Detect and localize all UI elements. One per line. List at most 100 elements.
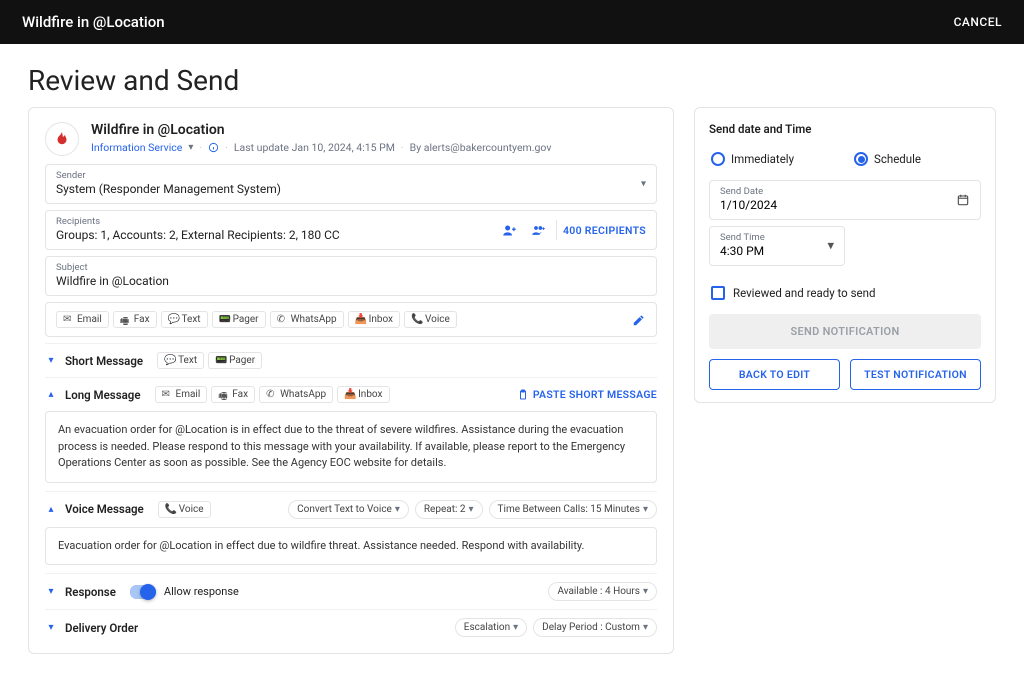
short-message-section: ▾ Short Message 💬Text 📟Pager: [45, 343, 657, 377]
layout: Wildfire in @Location Information Servic…: [0, 107, 1024, 682]
short-collapse-icon[interactable]: ▾: [45, 355, 57, 366]
radio-schedule[interactable]: Schedule: [854, 152, 921, 166]
voice-title: Voice Message: [65, 502, 144, 516]
divider: [556, 220, 557, 240]
short-tag-text: 💬Text: [157, 352, 204, 369]
time-caret-icon[interactable]: ▾: [827, 239, 834, 254]
add-recipient-icon[interactable]: [498, 221, 521, 240]
convert-tts-select[interactable]: Convert Text to Voice ▾: [288, 500, 409, 519]
time-between-select[interactable]: Time Between Calls: 15 Minutes ▾: [489, 500, 657, 519]
long-title: Long Message: [65, 388, 141, 402]
chevron-down-icon[interactable]: ▾: [188, 142, 193, 153]
sender-label: Sender: [56, 170, 646, 181]
channel-whatsapp[interactable]: ✆WhatsApp: [270, 311, 344, 328]
delivery-collapse-icon[interactable]: ▾: [45, 622, 57, 633]
sender-field[interactable]: Sender System (Responder Management Syst…: [45, 164, 657, 204]
long-tag-email: ✉Email: [155, 386, 208, 403]
inbox-icon: 📥: [355, 314, 366, 325]
sender-caret-icon[interactable]: ▾: [641, 179, 646, 190]
email-icon: ✉: [162, 389, 173, 400]
subject-label: Subject: [56, 262, 646, 273]
recipients-field: Recipients Groups: 1, Accounts: 2, Exter…: [45, 210, 657, 250]
pager-icon: 📟: [215, 355, 226, 366]
ready-checkbox[interactable]: [711, 286, 725, 300]
send-date-label: Send Date: [720, 186, 970, 197]
response-title: Response: [65, 585, 116, 599]
service-link[interactable]: Information Service: [91, 141, 182, 154]
voice-icon: 📞: [165, 504, 176, 515]
text-icon: 💬: [164, 355, 175, 366]
last-update: Last update Jan 10, 2024, 4:15 PM: [234, 141, 395, 154]
response-collapse-icon[interactable]: ▾: [45, 586, 57, 597]
review-card: Wildfire in @Location Information Servic…: [28, 107, 674, 654]
subject-field[interactable]: Subject Wildfire in @Location: [45, 256, 657, 296]
whatsapp-icon: ✆: [266, 389, 277, 400]
add-group-icon[interactable]: [527, 221, 550, 240]
radio-icon: [854, 152, 868, 166]
voice-message-section: ▴ Voice Message 📞Voice Convert Text to V…: [45, 491, 657, 574]
send-card: Send date and Time Immediately Schedule …: [694, 107, 996, 403]
alert-header: Wildfire in @Location Information Servic…: [45, 122, 657, 156]
topbar: Wildfire in @Location CANCEL: [0, 0, 1024, 44]
long-collapse-icon[interactable]: ▴: [45, 389, 57, 400]
short-tag-pager: 📟Pager: [208, 352, 262, 369]
fax-icon: 🖷: [218, 389, 229, 400]
response-section: ▾ Response Allow response Available : 4 …: [45, 573, 657, 609]
info-icon[interactable]: [208, 142, 219, 153]
send-time-input[interactable]: [720, 244, 834, 258]
channel-fax[interactable]: 🖷Fax: [113, 311, 157, 328]
radio-immediately[interactable]: Immediately: [711, 152, 794, 166]
alert-meta: Information Service ▾ · · Last update Ja…: [91, 141, 657, 154]
voice-tag-voice: 📞Voice: [158, 501, 211, 518]
delay-period-select[interactable]: Delay Period : Custom ▾: [533, 618, 657, 637]
short-title: Short Message: [65, 354, 143, 368]
text-icon: 💬: [168, 314, 179, 325]
ready-label: Reviewed and ready to send: [733, 286, 875, 300]
whatsapp-icon: ✆: [277, 314, 288, 325]
long-body[interactable]: An evacuation order for @Location is in …: [45, 411, 657, 483]
channel-pager[interactable]: 📟Pager: [212, 311, 266, 328]
repeat-select[interactable]: Repeat: 2 ▾: [415, 500, 483, 519]
sender-value: System (Responder Management System): [56, 182, 646, 196]
voice-collapse-icon[interactable]: ▴: [45, 504, 57, 515]
long-tag-fax: 🖷Fax: [211, 386, 255, 403]
alert-title: Wildfire in @Location: [91, 122, 657, 138]
radio-icon: [711, 152, 725, 166]
send-time-field[interactable]: Send Time ▾: [709, 226, 845, 266]
available-select[interactable]: Available : 4 Hours ▾: [548, 582, 657, 601]
schedule-radio-group: Immediately Schedule: [709, 146, 981, 180]
email-icon: ✉: [63, 314, 74, 325]
channel-text[interactable]: 💬Text: [161, 311, 208, 328]
send-date-input[interactable]: [720, 198, 970, 212]
send-time-label: Send Time: [720, 232, 834, 243]
ready-check-row: Reviewed and ready to send: [709, 272, 981, 314]
inbox-icon: 📥: [344, 389, 355, 400]
escalation-select[interactable]: Escalation ▾: [455, 618, 527, 637]
allow-response-toggle[interactable]: [130, 585, 156, 599]
send-date-field[interactable]: Send Date: [709, 180, 981, 220]
send-notification-button: SEND NOTIFICATION: [709, 314, 981, 349]
channels-row: ✉Email 🖷Fax 💬Text 📟Pager ✆WhatsApp 📥Inbo…: [45, 302, 657, 337]
long-tag-whatsapp: ✆WhatsApp: [259, 386, 333, 403]
voice-body[interactable]: Evacuation order for @Location in effect…: [45, 527, 657, 566]
test-notification-button[interactable]: TEST NOTIFICATION: [850, 359, 981, 390]
channel-voice[interactable]: 📞Voice: [404, 311, 457, 328]
recipients-count-link[interactable]: 400 RECIPIENTS: [563, 224, 646, 237]
long-tag-inbox: 📥Inbox: [337, 386, 389, 403]
page-title: Review and Send: [0, 44, 1024, 107]
subject-value: Wildfire in @Location: [56, 274, 646, 288]
send-title: Send date and Time: [709, 122, 981, 136]
delivery-title: Delivery Order: [65, 621, 138, 635]
channel-inbox[interactable]: 📥Inbox: [348, 311, 400, 328]
channel-email[interactable]: ✉Email: [56, 311, 109, 328]
paste-short-button[interactable]: PASTE SHORT MESSAGE: [517, 388, 657, 401]
alert-by: By alerts@bakercountyem.gov: [410, 141, 552, 154]
cancel-button[interactable]: CANCEL: [954, 15, 1002, 29]
calendar-icon[interactable]: [956, 193, 970, 207]
voice-icon: 📞: [411, 314, 422, 325]
fire-icon: [45, 122, 79, 156]
edit-channels-icon[interactable]: [632, 313, 646, 327]
allow-response-label: Allow response: [164, 585, 239, 598]
pager-icon: 📟: [219, 314, 230, 325]
back-to-edit-button[interactable]: BACK TO EDIT: [709, 359, 840, 390]
